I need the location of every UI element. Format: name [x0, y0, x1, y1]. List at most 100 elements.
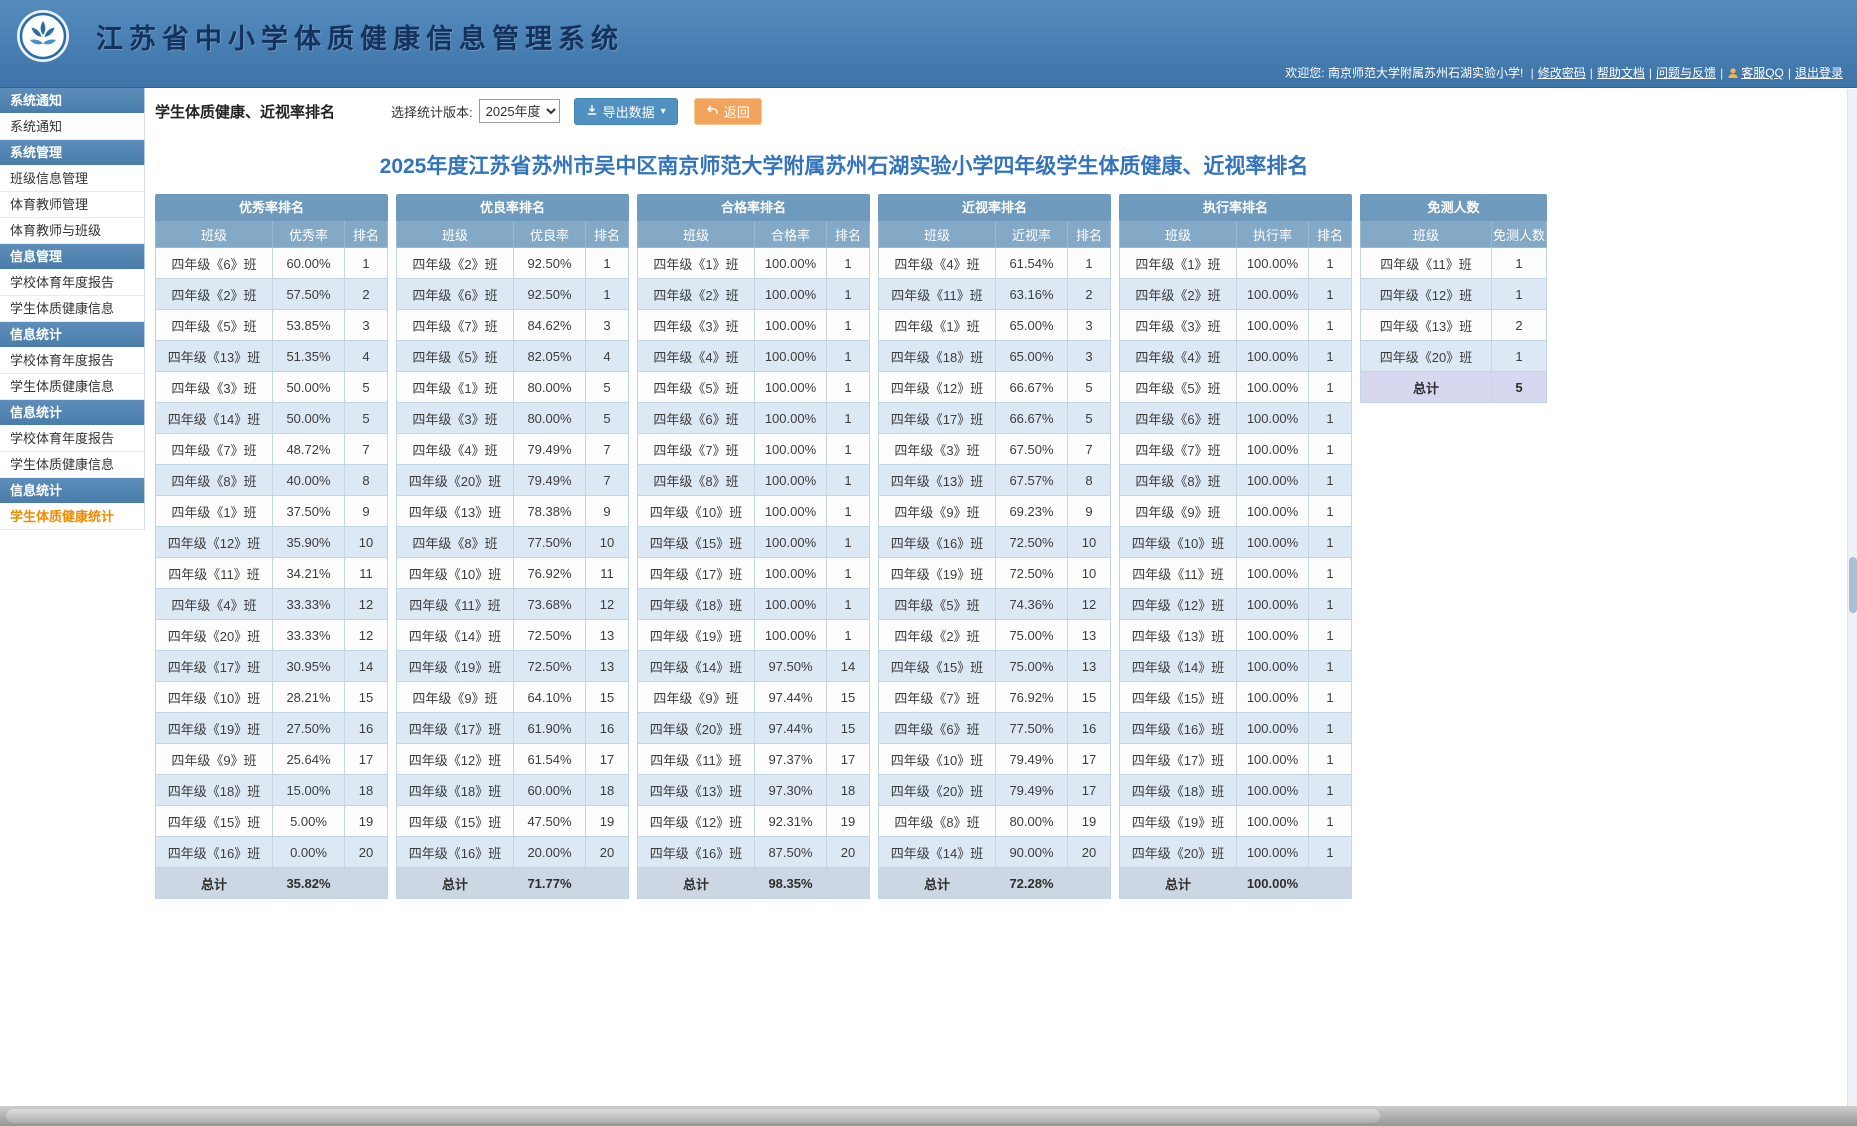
sidebar-item[interactable]: 学生体质健康统计 — [0, 504, 145, 530]
total-cell: 总计 — [1360, 372, 1492, 403]
sidebar-group-header[interactable]: 信息管理 — [0, 244, 145, 270]
vertical-scrollbar-thumb[interactable] — [1849, 557, 1857, 613]
table-row: 四年级《6》班92.50%1 — [396, 279, 629, 310]
table-row: 四年级《18》班100.00%1 — [1119, 775, 1352, 806]
table-row: 四年级《6》班100.00%1 — [1119, 403, 1352, 434]
total-cell: 100.00% — [1237, 868, 1309, 899]
sidebar-group-header[interactable]: 信息统计 — [0, 322, 145, 348]
class-cell: 四年级《9》班 — [396, 682, 514, 713]
class-cell: 四年级《7》班 — [155, 434, 273, 465]
class-cell: 四年级《18》班 — [637, 589, 755, 620]
rank-cell: 1 — [1309, 310, 1352, 341]
rank-cell: 3 — [345, 310, 388, 341]
sidebar-group-header[interactable]: 信息统计 — [0, 400, 145, 426]
table-row: 四年级《18》班60.00%18 — [396, 775, 629, 806]
back-button[interactable]: 返回 — [694, 98, 762, 125]
value-cell: 79.49% — [996, 775, 1068, 806]
sidebar-group-header[interactable]: 系统管理 — [0, 140, 145, 166]
rank-cell: 17 — [827, 744, 870, 775]
table-row: 四年级《19》班100.00%1 — [637, 620, 870, 651]
rank-cell: 13 — [586, 620, 629, 651]
value-cell: 100.00% — [755, 620, 827, 651]
value-cell: 100.00% — [1237, 744, 1309, 775]
rank-cell: 1 — [827, 248, 870, 279]
table-row: 四年级《17》班66.67%5 — [878, 403, 1111, 434]
vertical-scrollbar[interactable] — [1847, 89, 1857, 1106]
table-group-header: 优良率排名 — [396, 194, 629, 221]
column-header: 免测人数 — [1492, 221, 1547, 248]
sidebar-item[interactable]: 系统通知 — [0, 114, 145, 140]
class-cell: 四年级《14》班 — [1119, 651, 1237, 682]
table-row: 四年级《1》班65.00%3 — [878, 310, 1111, 341]
header-link[interactable]: 客服QQ — [1741, 66, 1784, 80]
value-cell: 100.00% — [755, 434, 827, 465]
rank-cell: 13 — [1068, 651, 1111, 682]
header-link[interactable]: 修改密码 — [1538, 66, 1586, 80]
rank-cell: 5 — [586, 372, 629, 403]
table-row: 四年级《9》班64.10%15 — [396, 682, 629, 713]
rank-cell: 1 — [1309, 806, 1352, 837]
class-cell: 四年级《3》班 — [878, 434, 996, 465]
value-cell: 0.00% — [273, 837, 345, 868]
ranking-table: 近视率排名班级近视率排名四年级《4》班61.54%1四年级《11》班63.16%… — [878, 194, 1111, 899]
table-header-row: 班级优秀率排名 — [155, 221, 388, 248]
sidebar-item[interactable]: 学校体育年度报告 — [0, 270, 145, 296]
value-cell: 40.00% — [273, 465, 345, 496]
class-cell: 四年级《5》班 — [878, 589, 996, 620]
value-cell: 100.00% — [1237, 372, 1309, 403]
sidebar-item[interactable]: 体育教师管理 — [0, 192, 145, 218]
sidebar-item[interactable]: 学校体育年度报告 — [0, 426, 145, 452]
link-separator: | — [1649, 66, 1652, 80]
sidebar-item[interactable]: 班级信息管理 — [0, 166, 145, 192]
rank-cell: 11 — [345, 558, 388, 589]
class-cell: 四年级《18》班 — [396, 775, 514, 806]
sidebar-item[interactable]: 学生体质健康信息 — [0, 452, 145, 478]
link-separator: | — [1788, 66, 1791, 80]
class-cell: 四年级《17》班 — [396, 713, 514, 744]
rank-cell: 1 — [827, 589, 870, 620]
value-cell: 75.00% — [996, 620, 1068, 651]
class-cell: 四年级《11》班 — [637, 744, 755, 775]
value-cell: 65.00% — [996, 341, 1068, 372]
class-cell: 四年级《9》班 — [1119, 496, 1237, 527]
horizontal-scrollbar-thumb[interactable] — [6, 1109, 1380, 1123]
table-row: 四年级《14》班50.00%5 — [155, 403, 388, 434]
horizontal-scrollbar[interactable] — [0, 1106, 1857, 1126]
header-link[interactable]: 帮助文档 — [1597, 66, 1645, 80]
version-select[interactable]: 2025年度 — [479, 99, 560, 123]
sidebar-item[interactable]: 学生体质健康信息 — [0, 296, 145, 322]
value-cell: 100.00% — [755, 465, 827, 496]
rank-cell: 1 — [1309, 558, 1352, 589]
value-cell: 5.00% — [273, 806, 345, 837]
sidebar-item[interactable]: 学校体育年度报告 — [0, 348, 145, 374]
total-cell: 总计 — [1119, 868, 1237, 899]
export-button[interactable]: 导出数据 ▾ — [574, 98, 678, 125]
sidebar-group-header[interactable]: 信息统计 — [0, 478, 145, 504]
header-link[interactable]: 问题与反馈 — [1656, 66, 1716, 80]
class-cell: 四年级《13》班 — [637, 775, 755, 806]
table-row: 四年级《13》班100.00%1 — [1119, 620, 1352, 651]
class-cell: 四年级《8》班 — [878, 806, 996, 837]
total-row: 总计98.35% — [637, 868, 870, 899]
total-cell — [1068, 868, 1111, 899]
value-cell: 97.44% — [755, 682, 827, 713]
sidebar-item[interactable]: 体育教师与班级 — [0, 218, 145, 244]
person-icon — [1727, 67, 1739, 82]
class-cell: 四年级《20》班 — [396, 465, 514, 496]
sidebar-group-header[interactable]: 系统通知 — [0, 88, 145, 114]
table-row: 四年级《16》班100.00%1 — [1119, 713, 1352, 744]
class-cell: 四年级《18》班 — [878, 341, 996, 372]
total-cell: 72.28% — [996, 868, 1068, 899]
sidebar-item[interactable]: 学生体质健康信息 — [0, 374, 145, 400]
class-cell: 四年级《4》班 — [155, 589, 273, 620]
table-group-header: 执行率排名 — [1119, 194, 1352, 221]
class-cell: 四年级《7》班 — [878, 682, 996, 713]
rank-cell: 14 — [345, 651, 388, 682]
sidebar: 系统通知系统通知系统管理班级信息管理体育教师管理体育教师与班级信息管理学校体育年… — [0, 88, 145, 1106]
header-link[interactable]: 退出登录 — [1795, 66, 1843, 80]
table-row: 四年级《15》班5.00%19 — [155, 806, 388, 837]
table-row: 四年级《11》班97.37%17 — [637, 744, 870, 775]
class-cell: 四年级《14》班 — [396, 620, 514, 651]
value-cell: 72.50% — [514, 651, 586, 682]
main-content: 学生体质健康、近视率排名 选择统计版本: 2025年度 导出数据 ▾ 返回 — [145, 88, 1857, 1106]
